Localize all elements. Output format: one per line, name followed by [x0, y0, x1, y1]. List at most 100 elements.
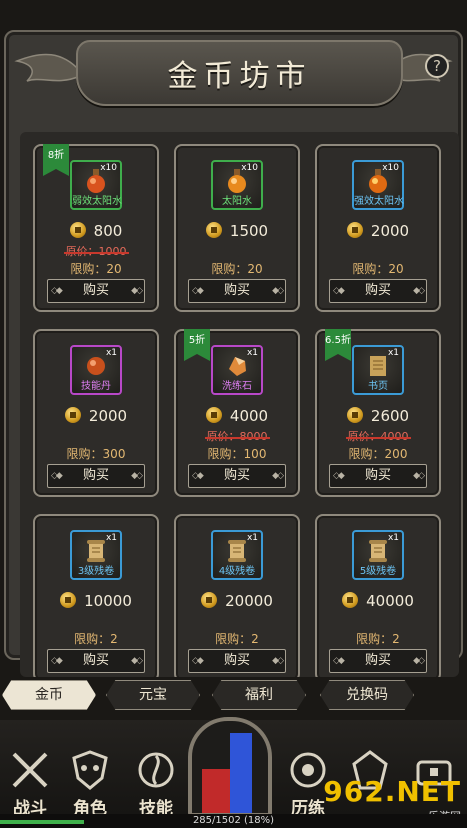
hp-orb — [202, 769, 232, 813]
item-name: 强效太阳水 — [354, 196, 404, 207]
item-icon-frame[interactable]: x1 4级残卷 — [211, 530, 263, 580]
item-price: 10000 — [35, 592, 157, 610]
purchase-limit: 限购：100 — [207, 447, 267, 461]
gold-coin-icon — [201, 592, 218, 608]
item-quantity: x1 — [105, 533, 117, 543]
mask-icon — [68, 748, 112, 792]
price-value: 20000 — [225, 592, 273, 610]
price-value: 40000 — [366, 592, 414, 610]
price-value: 2000 — [370, 222, 410, 240]
item-quantity: x1 — [246, 348, 258, 358]
shop-item-card: x1 洗练石 5折 4000 原价：8000 限购：100 购买 — [174, 329, 300, 497]
item-icon-frame[interactable]: x1 洗练石 — [211, 345, 263, 395]
item-icon-frame[interactable]: x10 弱效太阳水 — [70, 160, 122, 210]
purchase-limit: 限购：300 — [66, 447, 126, 461]
hp-mp-portal[interactable] — [188, 717, 272, 817]
scroll-icon — [84, 538, 108, 564]
gold-coin-icon — [346, 407, 363, 423]
item-price: 40000 — [317, 592, 439, 610]
item-quantity: x10 — [100, 163, 117, 173]
gold-coin-icon — [60, 592, 77, 608]
price-value: 10000 — [84, 592, 132, 610]
item-icon-frame[interactable]: x1 3级残卷 — [70, 530, 122, 580]
tab-1[interactable]: 元宝 — [106, 680, 200, 710]
shop-item-card: x10 弱效太阳水 8折 800 原价：1000 限购：20 购买 — [33, 144, 159, 312]
item-name: 5级残卷 — [359, 566, 397, 577]
item-price: 800 — [35, 222, 157, 240]
original-price-text: 原价：1000 — [65, 245, 127, 258]
item-price: 2600 — [317, 407, 439, 425]
item-icon-frame[interactable]: x10 强效太阳水 — [352, 160, 404, 210]
gold-coin-icon — [205, 407, 222, 423]
shop-item-card: x10 强效太阳水 2000 限购：20 购买 — [315, 144, 441, 312]
stone-icon — [225, 353, 249, 379]
watermark-text: 962.NET — [323, 775, 461, 808]
item-quantity: x1 — [246, 533, 258, 543]
crossed-swords-icon — [8, 748, 52, 792]
original-price: 原价：1000 — [35, 243, 157, 259]
discount-badge: 6.5折 — [325, 329, 351, 361]
buy-button[interactable]: 购买 — [329, 649, 427, 673]
buy-button[interactable]: 购买 — [47, 464, 145, 488]
buy-button[interactable]: 购买 — [188, 464, 286, 488]
item-price: 4000 — [176, 407, 298, 425]
shop-panel: 金币坊市 ? x10 弱效太阳水 8折 800 原价：1000 限购：20 购买… — [4, 30, 463, 677]
price-value: 2000 — [88, 407, 128, 425]
shop-item-card: x1 书页 6.5折 2600 原价：4000 限购：200 购买 — [315, 329, 441, 497]
buy-button[interactable]: 购买 — [47, 649, 145, 673]
book-page-icon — [366, 353, 390, 379]
help-button[interactable]: ? — [425, 54, 449, 78]
item-icon-frame[interactable]: x1 技能丹 — [70, 345, 122, 395]
item-price: 20000 — [176, 592, 298, 610]
item-icon-frame[interactable]: x1 书页 — [352, 345, 404, 395]
item-quantity: x10 — [241, 163, 258, 173]
item-icon-frame[interactable]: x10 太阳水 — [211, 160, 263, 210]
pill-icon — [84, 353, 108, 379]
buy-button[interactable]: 购买 — [188, 279, 286, 303]
shop-item-card: x10 太阳水 1500 限购：20 购买 — [174, 144, 300, 312]
buy-button[interactable]: 购买 — [329, 464, 427, 488]
item-quantity: x10 — [382, 163, 399, 173]
gold-coin-icon — [346, 222, 363, 238]
gold-coin-icon — [205, 222, 222, 238]
buy-button[interactable]: 购买 — [329, 279, 427, 303]
item-name: 弱效太阳水 — [72, 196, 122, 207]
original-price: 原价：4000 — [317, 428, 439, 444]
purchase-limit: 限购：20 — [211, 262, 263, 276]
purchase-limit: 限购：2 — [215, 632, 259, 646]
original-price-text: 原价：8000 — [206, 430, 268, 443]
item-quantity: x1 — [387, 533, 399, 543]
gold-coin-icon — [64, 407, 81, 423]
shop-item-card: x1 技能丹 2000 限购：300 购买 — [33, 329, 159, 497]
buy-button[interactable]: 购买 — [47, 279, 145, 303]
item-name: 洗练石 — [222, 381, 252, 392]
original-price: 原价：8000 — [176, 428, 298, 444]
item-name: 3级残卷 — [77, 566, 115, 577]
shop-item-card: x1 4级残卷 20000 限购：2 购买 — [174, 514, 300, 677]
triskelion-icon — [134, 748, 178, 792]
discount-badge: 5折 — [184, 329, 210, 361]
discount-badge: 8折 — [43, 144, 69, 176]
item-name: 4级残卷 — [218, 566, 256, 577]
scroll-icon — [366, 538, 390, 564]
gold-coin-icon — [342, 592, 359, 608]
purchase-limit: 限购：200 — [348, 447, 408, 461]
price-value: 800 — [93, 222, 123, 240]
shop-item-card: x1 5级残卷 40000 限购：2 购买 — [315, 514, 441, 677]
item-price: 1500 — [176, 222, 298, 240]
item-grid: x10 弱效太阳水 8折 800 原价：1000 限购：20 购买 x10 太阳… — [20, 132, 459, 677]
purchase-limit: 限购：20 — [70, 262, 122, 276]
item-quantity: x1 — [105, 348, 117, 358]
tab-2[interactable]: 福利 — [212, 680, 306, 710]
item-price: 2000 — [317, 222, 439, 240]
tab-3[interactable]: 兑换码 — [320, 680, 414, 710]
purchase-limit: 限购：2 — [356, 632, 400, 646]
price-value: 1500 — [229, 222, 269, 240]
purchase-limit: 限购：20 — [352, 262, 404, 276]
tab-0[interactable]: 金币 — [2, 680, 96, 710]
buy-button[interactable]: 购买 — [188, 649, 286, 673]
item-name: 太阳水 — [222, 196, 252, 207]
item-quantity: x1 — [387, 348, 399, 358]
item-icon-frame[interactable]: x1 5级残卷 — [352, 530, 404, 580]
scroll-icon — [225, 538, 249, 564]
